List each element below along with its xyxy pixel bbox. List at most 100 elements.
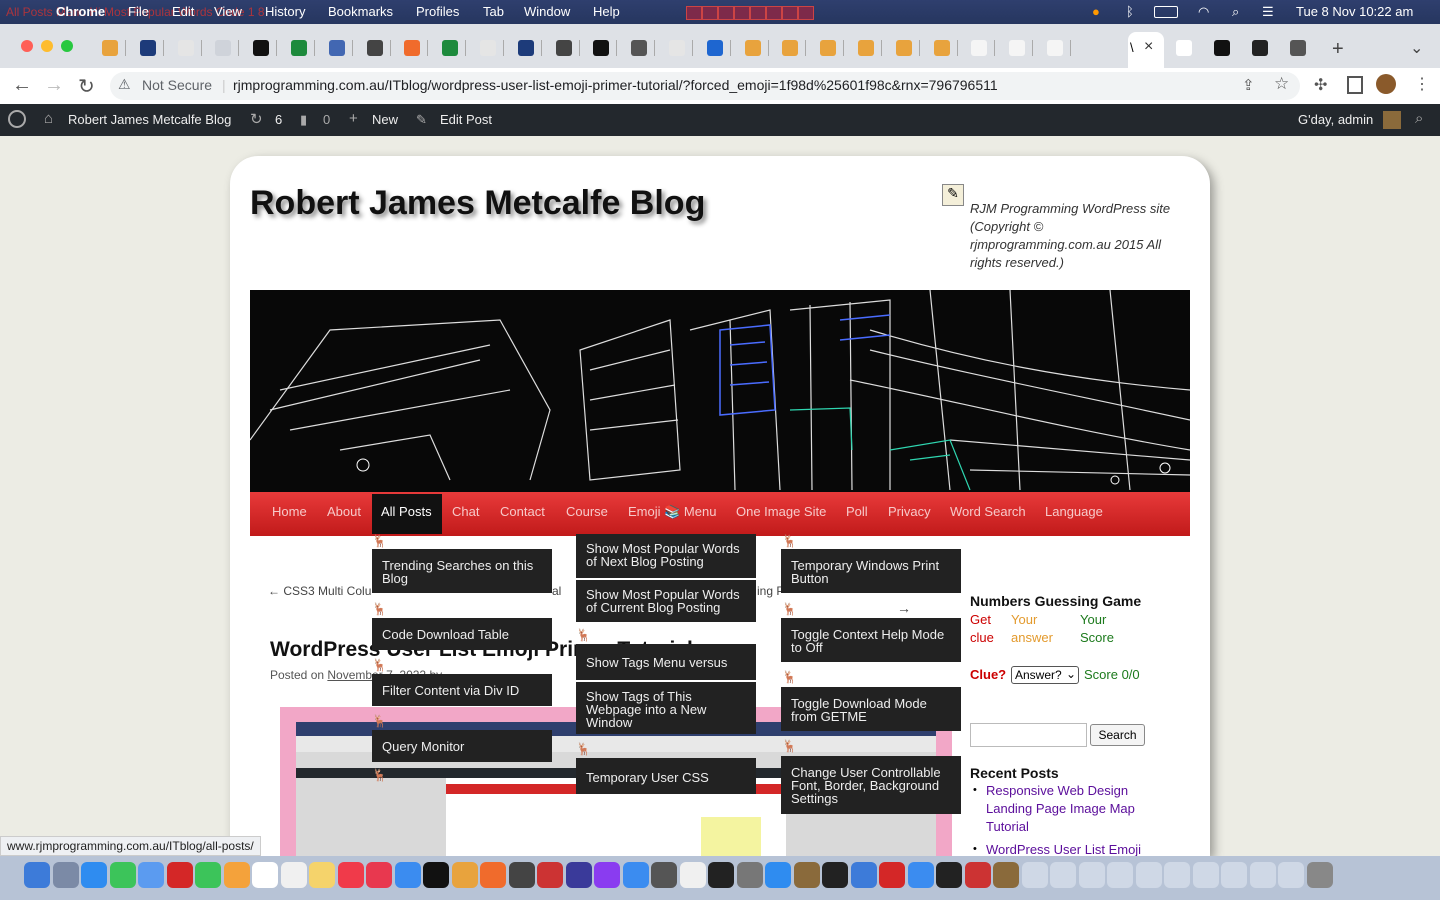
dock-app-icon[interactable] <box>1021 862 1048 888</box>
menu-edit[interactable]: Edit <box>172 4 194 19</box>
forward-icon[interactable]: → <box>44 74 64 97</box>
browser-tab[interactable] <box>961 32 996 62</box>
dropdown-popular-words-current[interactable]: Show Most Popular Words of Current Blog … <box>576 580 756 622</box>
browser-tab[interactable] <box>1037 32 1071 62</box>
menu-all-posts[interactable]: All Posts <box>381 504 432 519</box>
dock-app-icon[interactable] <box>480 862 506 888</box>
browser-tab[interactable] <box>999 32 1034 62</box>
dock-app-icon[interactable] <box>850 862 877 888</box>
close-tab-icon[interactable]: × <box>1144 38 1153 56</box>
menu-about[interactable]: About <box>327 504 361 519</box>
dock-app-icon[interactable] <box>138 862 164 888</box>
dock-app-icon[interactable] <box>1192 862 1219 888</box>
dock-app-icon[interactable] <box>1249 862 1276 888</box>
browser-tab[interactable] <box>243 32 278 62</box>
search-input[interactable] <box>970 723 1087 747</box>
edit-post-link[interactable]: Edit Post <box>440 112 492 127</box>
browser-tab[interactable] <box>583 32 618 62</box>
bluetooth-icon[interactable]: ᛒ <box>1126 4 1134 19</box>
profile-avatar[interactable] <box>1376 74 1396 94</box>
dock-app-icon[interactable] <box>280 862 307 888</box>
wifi-icon[interactable]: ◠ <box>1198 4 1209 20</box>
admin-avatar[interactable] <box>1383 111 1401 129</box>
dock-app-icon[interactable] <box>708 862 734 888</box>
battery-icon[interactable] <box>1154 6 1178 18</box>
dock-app-icon[interactable] <box>594 862 620 888</box>
dropdown-context-help-mode[interactable]: Toggle Context Help Mode to Off <box>781 618 961 662</box>
previous-post-link-tail[interactable]: al <box>552 584 561 598</box>
browser-tab[interactable] <box>1242 32 1276 62</box>
menu-help[interactable]: Help <box>593 4 620 19</box>
dock-app-icon[interactable] <box>52 862 79 888</box>
more-menu-icon[interactable]: ⋮ <box>1414 74 1430 94</box>
menu-window[interactable]: Window <box>524 4 570 19</box>
dock-app-icon[interactable] <box>765 862 791 888</box>
dropdown-trending-searches[interactable]: Trending Searches on this Blog <box>372 549 552 593</box>
menu-home[interactable]: Home <box>272 504 307 519</box>
dock-app-icon[interactable] <box>1135 862 1162 888</box>
browser-tab[interactable] <box>546 32 580 62</box>
browser-tab[interactable] <box>848 32 882 62</box>
browser-tab[interactable] <box>659 32 693 62</box>
url-text[interactable]: rjmprogramming.com.au/ITblog/wordpress-u… <box>233 77 998 93</box>
dock-app-icon[interactable] <box>879 862 905 888</box>
dock-app-icon[interactable] <box>81 862 107 888</box>
browser-tab[interactable] <box>886 32 920 62</box>
browser-tab[interactable] <box>735 32 769 62</box>
menu-tab[interactable]: Tab <box>483 4 504 19</box>
active-tab[interactable]: \ × <box>1128 32 1164 68</box>
dropdown-query-monitor[interactable]: Query Monitor <box>372 730 552 762</box>
comments-count[interactable]: 0 <box>323 112 330 127</box>
browser-tab[interactable] <box>357 32 391 62</box>
your-answer-cell[interactable]: Your answer <box>1011 611 1071 647</box>
menu-bookmarks[interactable]: Bookmarks <box>328 4 393 19</box>
previous-post-link[interactable]: ← CSS3 Multi Colu <box>268 584 371 598</box>
browser-tab[interactable] <box>205 32 240 62</box>
dock-app-icon[interactable] <box>736 862 763 888</box>
dock-app-icon[interactable] <box>309 862 335 888</box>
get-clue-cell[interactable]: Get clue <box>970 611 1006 647</box>
browser-tab[interactable] <box>92 32 126 62</box>
next-arrow[interactable]: → <box>897 600 911 616</box>
menu-history[interactable]: History <box>265 4 305 19</box>
updates-icon[interactable]: ↻ <box>250 110 263 128</box>
dock-app-icon[interactable] <box>793 862 820 888</box>
browser-tab[interactable] <box>281 32 315 62</box>
share-icon[interactable]: ⇪ <box>1242 76 1255 94</box>
admin-search-icon[interactable]: ⌕ <box>1415 110 1423 127</box>
clock[interactable]: Tue 8 Nov 10:22 am <box>1296 4 1413 19</box>
dock-app-icon[interactable] <box>993 862 1019 888</box>
side-panel-icon[interactable] <box>1347 76 1363 94</box>
menu-language[interactable]: Language <box>1045 504 1103 519</box>
browser-tab[interactable] <box>508 32 542 62</box>
warning-icon[interactable]: ⚠ <box>118 76 131 93</box>
greeting[interactable]: G'day, admin <box>1298 112 1373 127</box>
dashboard-icon[interactable]: ⌂ <box>44 110 53 127</box>
dropdown-temporary-user-css[interactable]: Temporary User CSS <box>576 758 756 794</box>
header-image[interactable] <box>250 290 1190 492</box>
site-title[interactable]: Robert James Metcalfe Blog <box>250 184 705 223</box>
menu-one-image-site[interactable]: One Image Site <box>736 504 826 519</box>
browser-tab[interactable] <box>1204 32 1238 62</box>
dock-app-icon[interactable] <box>936 862 962 888</box>
tab-search-icon[interactable]: ⌄ <box>1410 38 1423 58</box>
browser-tab[interactable] <box>810 32 845 62</box>
search-button[interactable]: Search <box>1090 724 1145 746</box>
menu-word-search[interactable]: Word Search <box>950 504 1026 519</box>
browser-tab[interactable] <box>319 32 353 62</box>
comments-icon[interactable]: ▮ <box>300 112 307 128</box>
dock-app-icon[interactable] <box>1306 862 1333 888</box>
menu-chrome[interactable]: Chrome <box>56 4 105 19</box>
menu-profiles[interactable]: Profiles <box>416 4 459 19</box>
zoom-window-button[interactable] <box>61 40 73 52</box>
dock-app-icon[interactable] <box>508 862 535 888</box>
dropdown-show-tags-new-window[interactable]: Show Tags of This Webpage into a New Win… <box>576 682 756 734</box>
browser-tab[interactable] <box>432 32 467 62</box>
new-content-link[interactable]: New <box>372 112 398 127</box>
browser-tab[interactable] <box>470 32 504 62</box>
dock-app-icon[interactable] <box>394 862 421 888</box>
dock-app-icon[interactable] <box>195 862 221 888</box>
menu-course[interactable]: Course <box>566 504 608 519</box>
control-center-icon[interactable]: ☰ <box>1262 4 1274 20</box>
updates-count[interactable]: 6 <box>275 112 282 127</box>
